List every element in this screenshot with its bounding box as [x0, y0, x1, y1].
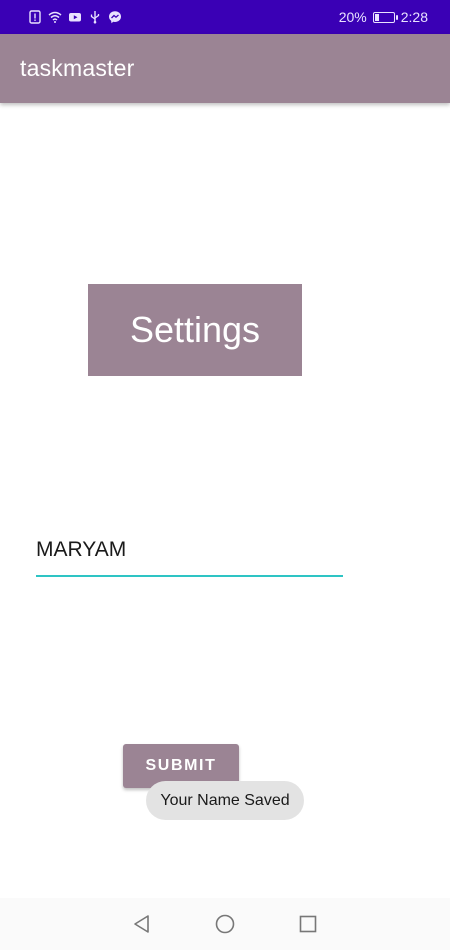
status-bar: 20% 2:28 [0, 0, 450, 34]
youtube-icon [68, 10, 82, 24]
toast-message: Your Name Saved [146, 781, 304, 820]
submit-label: SUBMIT [145, 757, 217, 774]
status-time: 2:28 [400, 9, 428, 25]
app-bar: taskmaster [0, 34, 450, 103]
app-title: taskmaster [20, 55, 135, 81]
settings-label: Settings [129, 309, 261, 350]
home-icon[interactable] [213, 912, 237, 936]
status-icons-right: 20% 2:28 [339, 9, 428, 25]
messenger-icon [108, 10, 122, 24]
battery-percent: 20% [338, 9, 367, 25]
navigation-bar [0, 898, 450, 950]
toast-text: Your Name Saved [160, 791, 290, 809]
recents-icon[interactable] [296, 912, 320, 936]
wifi-icon [48, 10, 62, 24]
status-icons-left [28, 10, 122, 24]
settings-button[interactable]: Settings [88, 284, 302, 376]
usb-icon [88, 10, 102, 24]
name-input[interactable] [36, 525, 343, 577]
battery-level [374, 13, 379, 21]
back-icon[interactable] [130, 912, 154, 936]
battery-icon [372, 11, 398, 23]
alert-icon [28, 10, 42, 24]
